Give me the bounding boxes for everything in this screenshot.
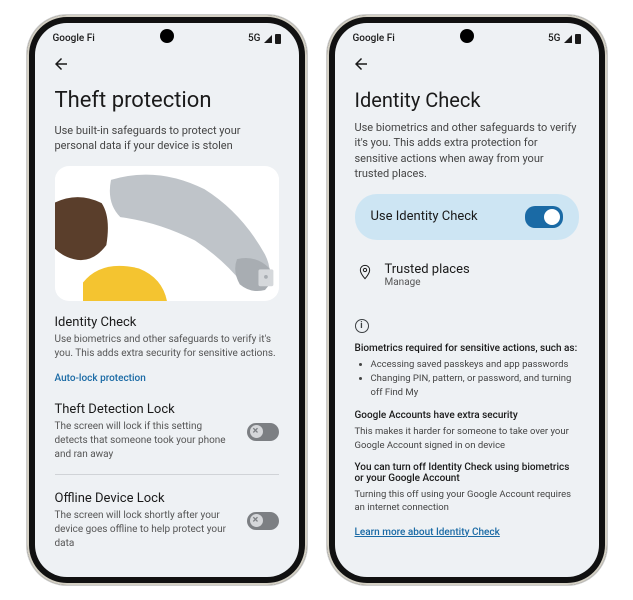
- signal-icon: [564, 35, 572, 43]
- offline-lock-toggle[interactable]: [247, 512, 279, 530]
- network-label: 5G: [548, 33, 561, 44]
- identity-check-section[interactable]: Identity Check Use biometrics and other …: [55, 315, 279, 361]
- status-right: 5G: [248, 33, 281, 44]
- spacer: [355, 308, 579, 309]
- turnoff-heading: You can turn off Identity Check using bi…: [355, 462, 579, 484]
- arrow-left-icon: [352, 55, 370, 73]
- network-label: 5G: [248, 33, 261, 44]
- use-identity-check-card[interactable]: Use Identity Check: [355, 194, 579, 240]
- status-right: 5G: [548, 33, 581, 44]
- phone-right: Google Fi 5G Identity Check Use biometri…: [327, 15, 607, 585]
- page-title: Identity Check: [355, 88, 579, 112]
- camera-cutout: [460, 29, 474, 43]
- info-section: Biometrics required for sensitive action…: [355, 343, 579, 550]
- learn-more-link[interactable]: Learn more about Identity Check: [355, 527, 500, 538]
- google-body: This makes it harder for someone to take…: [355, 425, 579, 452]
- identity-check-desc: Use biometrics and other safeguards to v…: [55, 333, 279, 361]
- autolock-link[interactable]: Auto-lock protection: [55, 373, 146, 384]
- illustration-svg: [55, 166, 279, 301]
- trusted-places-sub: Manage: [385, 277, 470, 288]
- biometrics-list: Accessing saved passkeys and app passwor…: [355, 358, 579, 401]
- content-left: Theft protection Use built-in safeguards…: [35, 78, 299, 562]
- offline-lock-desc: The screen will lock shortly after your …: [55, 509, 237, 551]
- screen-theft-protection: Google Fi 5G Theft protection Use built-…: [35, 23, 299, 577]
- turnoff-body: Turning this off using your Google Accou…: [355, 488, 579, 515]
- use-identity-check-toggle[interactable]: [525, 206, 563, 228]
- carrier-label: Google Fi: [353, 33, 395, 44]
- offline-lock-row[interactable]: Offline Device Lock The screen will lock…: [55, 485, 279, 557]
- carrier-label: Google Fi: [53, 33, 95, 44]
- google-heading: Google Accounts have extra security: [355, 410, 579, 421]
- theft-detection-row[interactable]: Theft Detection Lock The screen will loc…: [55, 396, 279, 468]
- page-subtitle: Use biometrics and other safeguards to v…: [355, 120, 579, 182]
- identity-check-title: Identity Check: [55, 315, 279, 330]
- theft-detection-title: Theft Detection Lock: [55, 402, 237, 417]
- back-button[interactable]: [51, 54, 71, 74]
- offline-lock-title: Offline Device Lock: [55, 491, 237, 506]
- trusted-places-row[interactable]: Trusted places Manage: [355, 258, 579, 304]
- screen-identity-check: Google Fi 5G Identity Check Use biometri…: [335, 23, 599, 577]
- theft-illustration: [55, 166, 279, 301]
- page-title: Theft protection: [55, 88, 279, 113]
- location-pin-icon: [357, 264, 373, 280]
- list-item: Accessing saved passkeys and app passwor…: [371, 358, 579, 372]
- battery-icon: [275, 34, 281, 44]
- use-identity-check-label: Use Identity Check: [371, 209, 478, 224]
- content-right: Identity Check Use biometrics and other …: [335, 78, 599, 562]
- theft-detection-desc: The screen will lock if this setting det…: [55, 420, 237, 462]
- trusted-places-title: Trusted places: [385, 262, 470, 277]
- divider: [55, 474, 279, 475]
- biometrics-heading: Biometrics required for sensitive action…: [355, 343, 579, 354]
- page-subtitle: Use built-in safeguards to protect your …: [55, 123, 279, 154]
- phone-left: Google Fi 5G Theft protection Use built-…: [27, 15, 307, 585]
- info-icon: i: [355, 319, 369, 333]
- signal-icon: [264, 35, 272, 43]
- arrow-left-icon: [52, 55, 70, 73]
- theft-detection-toggle[interactable]: [247, 423, 279, 441]
- camera-cutout: [160, 29, 174, 43]
- list-item: Changing PIN, pattern, or password, and …: [371, 372, 579, 401]
- back-button[interactable]: [351, 54, 371, 74]
- battery-icon: [575, 34, 581, 44]
